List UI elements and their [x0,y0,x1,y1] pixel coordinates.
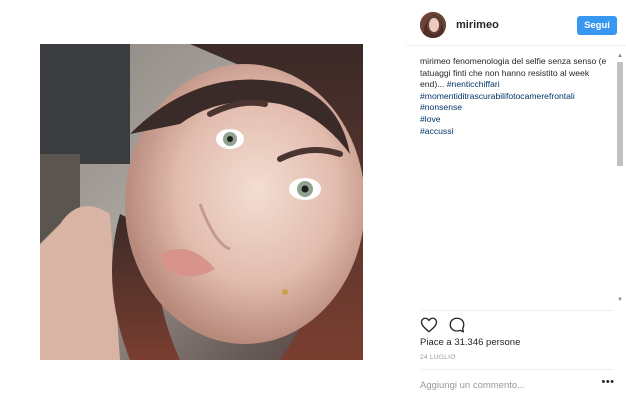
scroll-up-arrow-icon[interactable]: ▲ [616,52,624,60]
selfie-image [40,44,363,360]
caption-scrollbar[interactable]: ▲ ▼ [616,52,624,306]
hashtag-link[interactable]: #accussì [420,126,608,138]
likes-count[interactable]: Piace a 31.346 persone [420,337,520,348]
avatar[interactable] [420,12,446,38]
more-options-button[interactable]: ••• [600,377,616,390]
likes-suffix: persone [483,337,521,348]
comment-input[interactable] [420,377,580,393]
follow-button[interactable]: Segui [577,16,617,35]
hashtag-link[interactable]: #love [420,114,608,126]
post-sidebar: mirimeo Segui mirimeo fenomenologia del … [406,0,626,400]
caption: mirimeo fenomenologia del selfie senza s… [420,56,608,306]
post-date: 24 LUGLIO [420,354,456,361]
post-photo[interactable] [40,44,363,360]
hashtag-link[interactable]: #nonsense [420,102,608,114]
hashtag-link[interactable]: #nenticchiffari [447,79,500,89]
post-header: mirimeo Segui [406,8,626,46]
comment-icon[interactable] [448,316,466,334]
divider [420,310,614,311]
scroll-down-arrow-icon[interactable]: ▼ [616,296,624,304]
caption-username[interactable]: mirimeo [420,56,451,66]
avatar-image [420,12,446,38]
likes-number: 31.346 [454,337,484,348]
post-actions [420,316,480,334]
hashtag-link[interactable]: #momentiditrascurabilifotocamerefrontali [420,91,608,103]
heart-icon[interactable] [420,316,438,334]
divider [420,369,614,370]
likes-prefix: Piace a [420,337,455,348]
scroll-thumb[interactable] [617,62,623,166]
username-link[interactable]: mirimeo [456,19,499,31]
